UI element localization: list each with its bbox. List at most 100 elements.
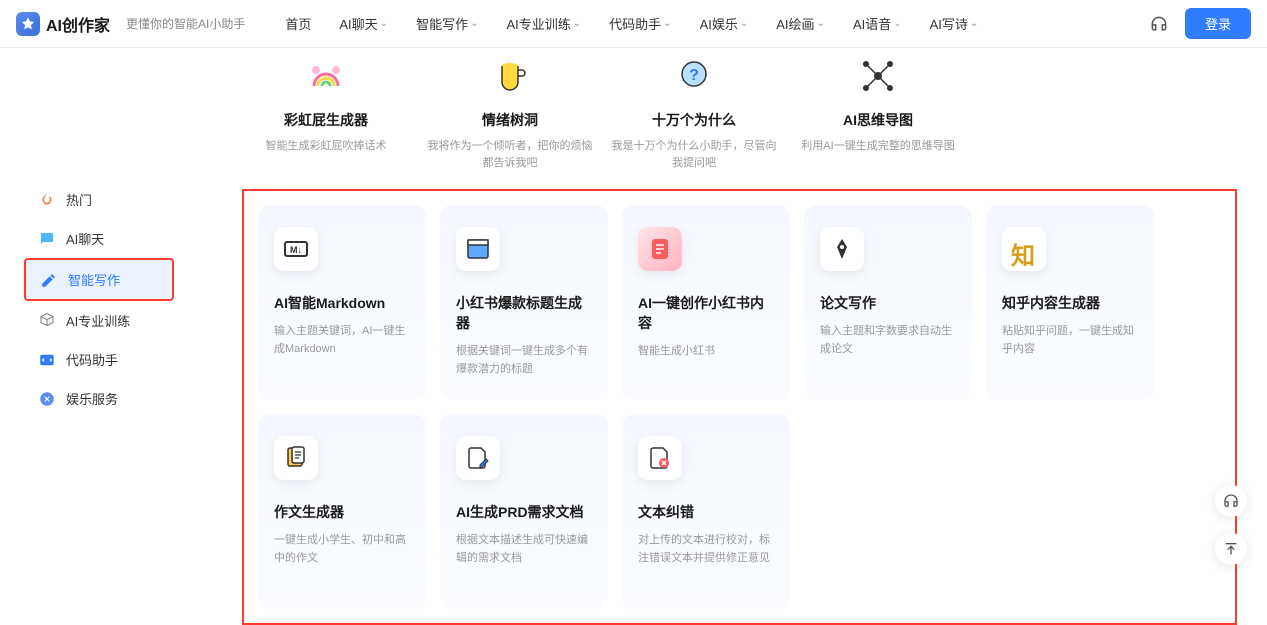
card-desc: 输入主题和字数要求自动生成论文 bbox=[820, 323, 956, 358]
tool-card-6[interactable]: AI生成PRD需求文档 根据文本描述生成可快速编辑的需求文档 bbox=[440, 414, 608, 609]
logo-icon bbox=[16, 12, 40, 36]
nav-item-1[interactable]: AI聊天⌄ bbox=[339, 14, 388, 33]
nav-item-0[interactable]: 首页 bbox=[285, 14, 311, 33]
chevron-down-icon: ⌄ bbox=[663, 18, 671, 29]
sidebar-item-code[interactable]: 代码助手 bbox=[24, 340, 174, 379]
sidebar: 热门 AI聊天智能写作 AI专业训练代码助手娱乐服务 bbox=[0, 168, 212, 625]
chevron-down-icon: ⌄ bbox=[470, 18, 478, 29]
top-card-2[interactable]: ? 十万个为什么 我是十万个为什么小助手，尽管向我提问吧 bbox=[610, 56, 778, 171]
svg-text:M↓: M↓ bbox=[290, 245, 302, 255]
sidebar-item-label: 娱乐服务 bbox=[66, 389, 118, 408]
pen-icon bbox=[820, 227, 864, 271]
card-desc: 我是十万个为什么小助手，尽管向我提问吧 bbox=[610, 138, 778, 171]
chevron-down-icon: ⌄ bbox=[817, 18, 825, 29]
nav-item-2[interactable]: 智能写作⌄ bbox=[416, 14, 478, 33]
card-desc: 根据关键词一键生成多个有爆款潜力的标题 bbox=[456, 343, 592, 378]
headset-icon[interactable] bbox=[1149, 14, 1169, 34]
rainbow-icon bbox=[306, 56, 346, 96]
sidebar-item-cube[interactable]: AI专业训练 bbox=[24, 301, 174, 340]
card-title: 知乎内容生成器 bbox=[1002, 293, 1138, 313]
sidebar-item-label: AI聊天 bbox=[66, 229, 104, 248]
card-title: 小红书爆款标题生成器 bbox=[456, 293, 592, 333]
nav-item-6[interactable]: AI绘画⌄ bbox=[776, 14, 825, 33]
tool-card-3[interactable]: 论文写作 输入主题和字数要求自动生成论文 bbox=[804, 205, 972, 400]
back-to-top-button[interactable] bbox=[1215, 533, 1247, 565]
code-icon bbox=[38, 351, 56, 369]
chevron-down-icon: ⌄ bbox=[573, 18, 581, 29]
top-card-0[interactable]: 彩虹屁生成器 智能生成彩虹屁吹捧话术 bbox=[242, 56, 410, 171]
main-content: 彩虹屁生成器 智能生成彩虹屁吹捧话术 情绪树洞 我将作为一个倾听者，把你的烦恼都… bbox=[212, 48, 1267, 625]
mindmap-icon bbox=[858, 56, 898, 96]
zhi-icon: 知 bbox=[1002, 227, 1046, 271]
cup-icon bbox=[490, 56, 530, 96]
markdown-icon: M↓ bbox=[274, 227, 318, 271]
sidebar-item-chat[interactable]: AI聊天 bbox=[24, 219, 174, 258]
tool-card-0[interactable]: M↓ AI智能Markdown 输入主题关键词，AI一键生成Markdown bbox=[258, 205, 426, 400]
nav-item-7[interactable]: AI语音⌄ bbox=[853, 14, 902, 33]
chevron-down-icon: ⌄ bbox=[970, 18, 978, 29]
header: AI创作家 更懂你的智能AI小助手 首页 AI聊天⌄ 智能写作⌄ AI专业训练⌄ 代码助… bbox=[0, 0, 1267, 48]
nav-item-5[interactable]: AI娱乐⌄ bbox=[700, 14, 749, 33]
card-desc: 利用AI一键生成完整的思维导图 bbox=[794, 138, 962, 155]
card-title: 彩虹屁生成器 bbox=[242, 110, 410, 130]
chevron-down-icon: ⌄ bbox=[740, 18, 748, 29]
nav-item-4[interactable]: 代码助手⌄ bbox=[609, 14, 671, 33]
tool-card-7[interactable]: 文本纠错 对上传的文本进行校对，标注错误文本并提供修正意见 bbox=[622, 414, 790, 609]
game-icon bbox=[38, 390, 56, 408]
card-title: 作文生成器 bbox=[274, 502, 410, 522]
card-desc: 智能生成小红书 bbox=[638, 343, 774, 361]
card-grid: M↓ AI智能Markdown 输入主题关键词，AI一键生成Markdown 小… bbox=[258, 205, 1221, 609]
card-desc: 根据文本描述生成可快速编辑的需求文档 bbox=[456, 532, 592, 567]
card-desc: 一键生成小学生、初中和高中的作文 bbox=[274, 532, 410, 567]
highlighted-section: M↓ AI智能Markdown 输入主题关键词，AI一键生成Markdown 小… bbox=[242, 189, 1237, 625]
edit-icon bbox=[40, 271, 58, 289]
nav-item-8[interactable]: AI写诗⌄ bbox=[930, 14, 979, 33]
sidebar-item-flame[interactable]: 热门 bbox=[24, 180, 174, 219]
card-title: 论文写作 bbox=[820, 293, 956, 313]
tool-card-4[interactable]: 知 知乎内容生成器 粘贴知乎问题，一键生成知乎内容 bbox=[986, 205, 1154, 400]
login-button[interactable]: 登录 bbox=[1185, 8, 1251, 39]
top-card-row: 彩虹屁生成器 智能生成彩虹屁吹捧话术 情绪树洞 我将作为一个倾听者，把你的烦恼都… bbox=[242, 56, 1237, 171]
note-red-icon bbox=[638, 227, 682, 271]
card-desc: 输入主题关键词，AI一键生成Markdown bbox=[274, 323, 410, 358]
nav-item-3[interactable]: AI专业训练⌄ bbox=[506, 14, 581, 33]
card-desc: 我将作为一个倾听者，把你的烦恼都告诉我吧 bbox=[426, 138, 594, 171]
sidebar-item-label: AI专业训练 bbox=[66, 311, 130, 330]
tool-card-2[interactable]: AI一键创作小红书内容 智能生成小红书 bbox=[622, 205, 790, 400]
top-card-1[interactable]: 情绪树洞 我将作为一个倾听者，把你的烦恼都告诉我吧 bbox=[426, 56, 594, 171]
tool-card-5[interactable]: 作文生成器 一键生成小学生、初中和高中的作文 bbox=[258, 414, 426, 609]
sidebar-item-label: 代码助手 bbox=[66, 350, 118, 369]
main-nav: 首页 AI聊天⌄ 智能写作⌄ AI专业训练⌄ 代码助手⌄ AI娱乐⌄ AI绘画⌄ AI语音⌄ A… bbox=[285, 14, 1149, 33]
card-title: 文本纠错 bbox=[638, 502, 774, 522]
card-title: 情绪树洞 bbox=[426, 110, 594, 130]
doc-orange-icon bbox=[274, 436, 318, 480]
sidebar-item-label: 智能写作 bbox=[68, 270, 120, 289]
support-button[interactable] bbox=[1215, 485, 1247, 517]
sidebar-item-label: 热门 bbox=[66, 190, 92, 209]
card-desc: 智能生成彩虹屁吹捧话术 bbox=[242, 138, 410, 155]
tool-card-1[interactable]: 小红书爆款标题生成器 根据关键词一键生成多个有爆款潜力的标题 bbox=[440, 205, 608, 400]
chat-icon bbox=[38, 230, 56, 248]
sidebar-item-edit[interactable]: 智能写作 bbox=[24, 258, 174, 301]
question-icon: ? bbox=[674, 56, 714, 96]
card-title: AI生成PRD需求文档 bbox=[456, 502, 592, 522]
card-desc: 对上传的文本进行校对，标注错误文本并提供修正意见 bbox=[638, 532, 774, 567]
sidebar-item-game[interactable]: 娱乐服务 bbox=[24, 379, 174, 418]
doc-error-icon bbox=[638, 436, 682, 480]
chevron-down-icon: ⌄ bbox=[893, 18, 901, 29]
card-title: AI智能Markdown bbox=[274, 293, 410, 313]
tagline: 更懂你的智能AI小助手 bbox=[126, 15, 245, 32]
svg-text:?: ? bbox=[689, 67, 699, 84]
card-title: AI思维导图 bbox=[794, 110, 962, 130]
logo-text: AI创作家 bbox=[46, 12, 110, 36]
card-title: AI一键创作小红书内容 bbox=[638, 293, 774, 333]
logo[interactable]: AI创作家 bbox=[16, 12, 110, 36]
doc-edit-icon bbox=[456, 436, 500, 480]
float-buttons bbox=[1215, 485, 1247, 565]
chevron-down-icon: ⌄ bbox=[380, 18, 388, 29]
window-icon bbox=[456, 227, 500, 271]
card-title: 十万个为什么 bbox=[610, 110, 778, 130]
cube-icon bbox=[38, 312, 56, 330]
flame-icon bbox=[38, 191, 56, 209]
top-card-3[interactable]: AI思维导图 利用AI一键生成完整的思维导图 bbox=[794, 56, 962, 171]
